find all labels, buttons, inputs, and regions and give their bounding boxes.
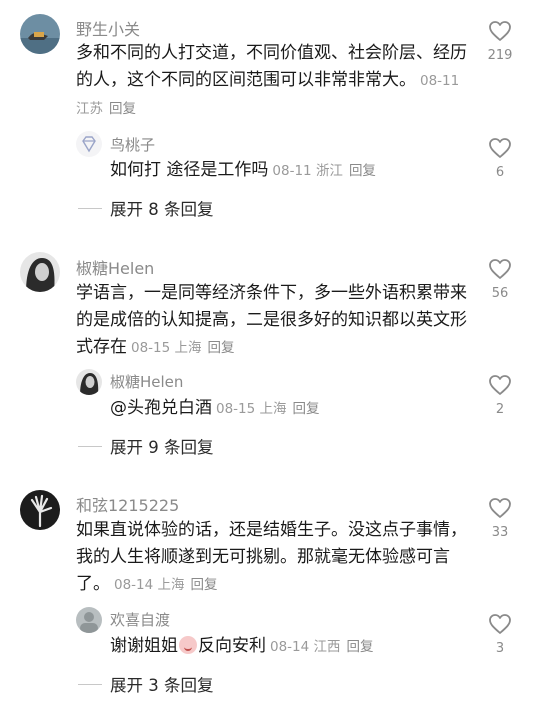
reply-location: 上海 — [259, 401, 287, 417]
avatar[interactable] — [20, 252, 60, 292]
like-button[interactable]: 6 — [478, 137, 522, 180]
reply-body: @头孢兑白酒 — [110, 398, 212, 418]
avatar-image — [76, 369, 102, 395]
like-count: 3 — [495, 641, 505, 656]
reply-body-after: 反向安利 — [198, 636, 266, 656]
heart-outline-icon — [489, 21, 511, 41]
comment-date: 08-11 — [420, 73, 460, 89]
like-count: 33 — [491, 525, 509, 540]
avatar[interactable] — [20, 14, 60, 54]
comment-text: 如果直说体验的话，还是结婚生子。没这点子事情，我的人生将顺遂到无可挑剔。那就毫无… — [76, 517, 476, 599]
reply-meta: 08-11 浙江 回复 — [272, 163, 376, 179]
comment-username[interactable]: 和弦1215225 — [76, 492, 179, 516]
reply-location: 浙江 — [315, 163, 343, 179]
reply-button[interactable]: 回复 — [109, 101, 136, 117]
divider — [78, 207, 102, 209]
heart-outline-icon — [489, 375, 511, 395]
like-button[interactable]: 33 — [478, 497, 522, 540]
comment-username[interactable]: 野生小关 — [76, 16, 140, 40]
reply-avatar[interactable] — [76, 369, 102, 395]
reply-button[interactable]: 回复 — [349, 163, 376, 179]
reply-location: 江西 — [313, 639, 341, 655]
comment-location: 江苏 — [76, 101, 103, 117]
reply-button[interactable]: 回复 — [347, 639, 374, 655]
expand-replies-label: 展开 9 条回复 — [110, 438, 214, 457]
heart-outline-icon — [489, 138, 511, 158]
expand-replies-button[interactable]: 展开 8 条回复 — [78, 196, 214, 220]
like-button[interactable]: 219 — [478, 20, 522, 63]
avatar-image — [76, 607, 102, 633]
reply-button[interactable]: 回复 — [208, 340, 235, 356]
reply-username[interactable]: 欢喜自渡 — [110, 609, 170, 630]
comment-username[interactable]: 椒糖Helen — [76, 255, 154, 279]
like-count: 2 — [495, 402, 505, 417]
reply-text: @头孢兑白酒 08-15 上海 回复 — [110, 395, 470, 423]
reply-username[interactable]: 鸟桃子 — [110, 134, 155, 155]
reply-date: 08-14 — [270, 639, 310, 655]
heart-outline-icon — [489, 614, 511, 634]
heart-outline-icon — [489, 259, 511, 279]
like-button[interactable]: 2 — [478, 374, 522, 417]
expand-replies-button[interactable]: 展开 9 条回复 — [78, 434, 214, 458]
avatar-image — [20, 252, 60, 292]
comment-meta: 08-14 上海 回复 — [114, 577, 218, 593]
comment-date: 08-14 — [114, 577, 154, 593]
divider — [78, 445, 102, 447]
like-button[interactable]: 56 — [478, 258, 522, 301]
reply-button[interactable]: 回复 — [191, 577, 218, 593]
reply-body-before: 谢谢姐姐 — [110, 636, 178, 656]
reply-meta: 08-15 上海 回复 — [216, 401, 320, 417]
reply-text: 如何打 途径是工作吗 08-11 浙江 回复 — [110, 157, 470, 185]
reply-date: 08-11 — [272, 163, 312, 179]
comment-location: 上海 — [157, 577, 185, 593]
reply-button[interactable]: 回复 — [293, 401, 320, 417]
comment-text: 学语言，一是同等经济条件下，多一些外语积累带来的是成倍的认知提高，二是很多好的知… — [76, 280, 476, 362]
comment-location: 上海 — [174, 340, 202, 356]
like-count: 6 — [495, 165, 505, 180]
reply-avatar[interactable] — [76, 131, 102, 157]
comment-text: 多和不同的人打交道，不同价值观、社会阶层、经历的人，这个不同的区间范围可以非常非… — [76, 40, 476, 123]
comment-meta: 08-15 上海 回复 — [131, 340, 235, 356]
expand-replies-label: 展开 8 条回复 — [110, 200, 214, 219]
reply-meta: 08-14 江西 回复 — [270, 639, 374, 655]
avatar[interactable] — [20, 490, 60, 530]
like-count: 56 — [491, 286, 509, 301]
avatar-image — [76, 131, 102, 157]
reply-avatar[interactable] — [76, 607, 102, 633]
reply-date: 08-15 — [216, 401, 256, 417]
divider — [78, 683, 102, 685]
avatar-image — [20, 14, 60, 54]
heart-outline-icon — [489, 498, 511, 518]
reply-text: 谢谢姐姐 反向安利 08-14 江西 回复 — [110, 633, 470, 661]
comment-body: 多和不同的人打交道，不同价值观、社会阶层、经历的人，这个不同的区间范围可以非常非… — [76, 43, 467, 90]
like-count: 219 — [487, 48, 513, 63]
reply-body: 如何打 途径是工作吗 — [110, 160, 269, 180]
comment-date: 08-15 — [131, 340, 171, 356]
face-emoji-icon — [179, 636, 197, 654]
like-button[interactable]: 3 — [478, 613, 522, 656]
reply-username[interactable]: 椒糖Helen — [110, 371, 183, 392]
expand-replies-label: 展开 3 条回复 — [110, 676, 214, 695]
expand-replies-button[interactable]: 展开 3 条回复 — [78, 672, 214, 696]
avatar-image — [20, 490, 60, 530]
